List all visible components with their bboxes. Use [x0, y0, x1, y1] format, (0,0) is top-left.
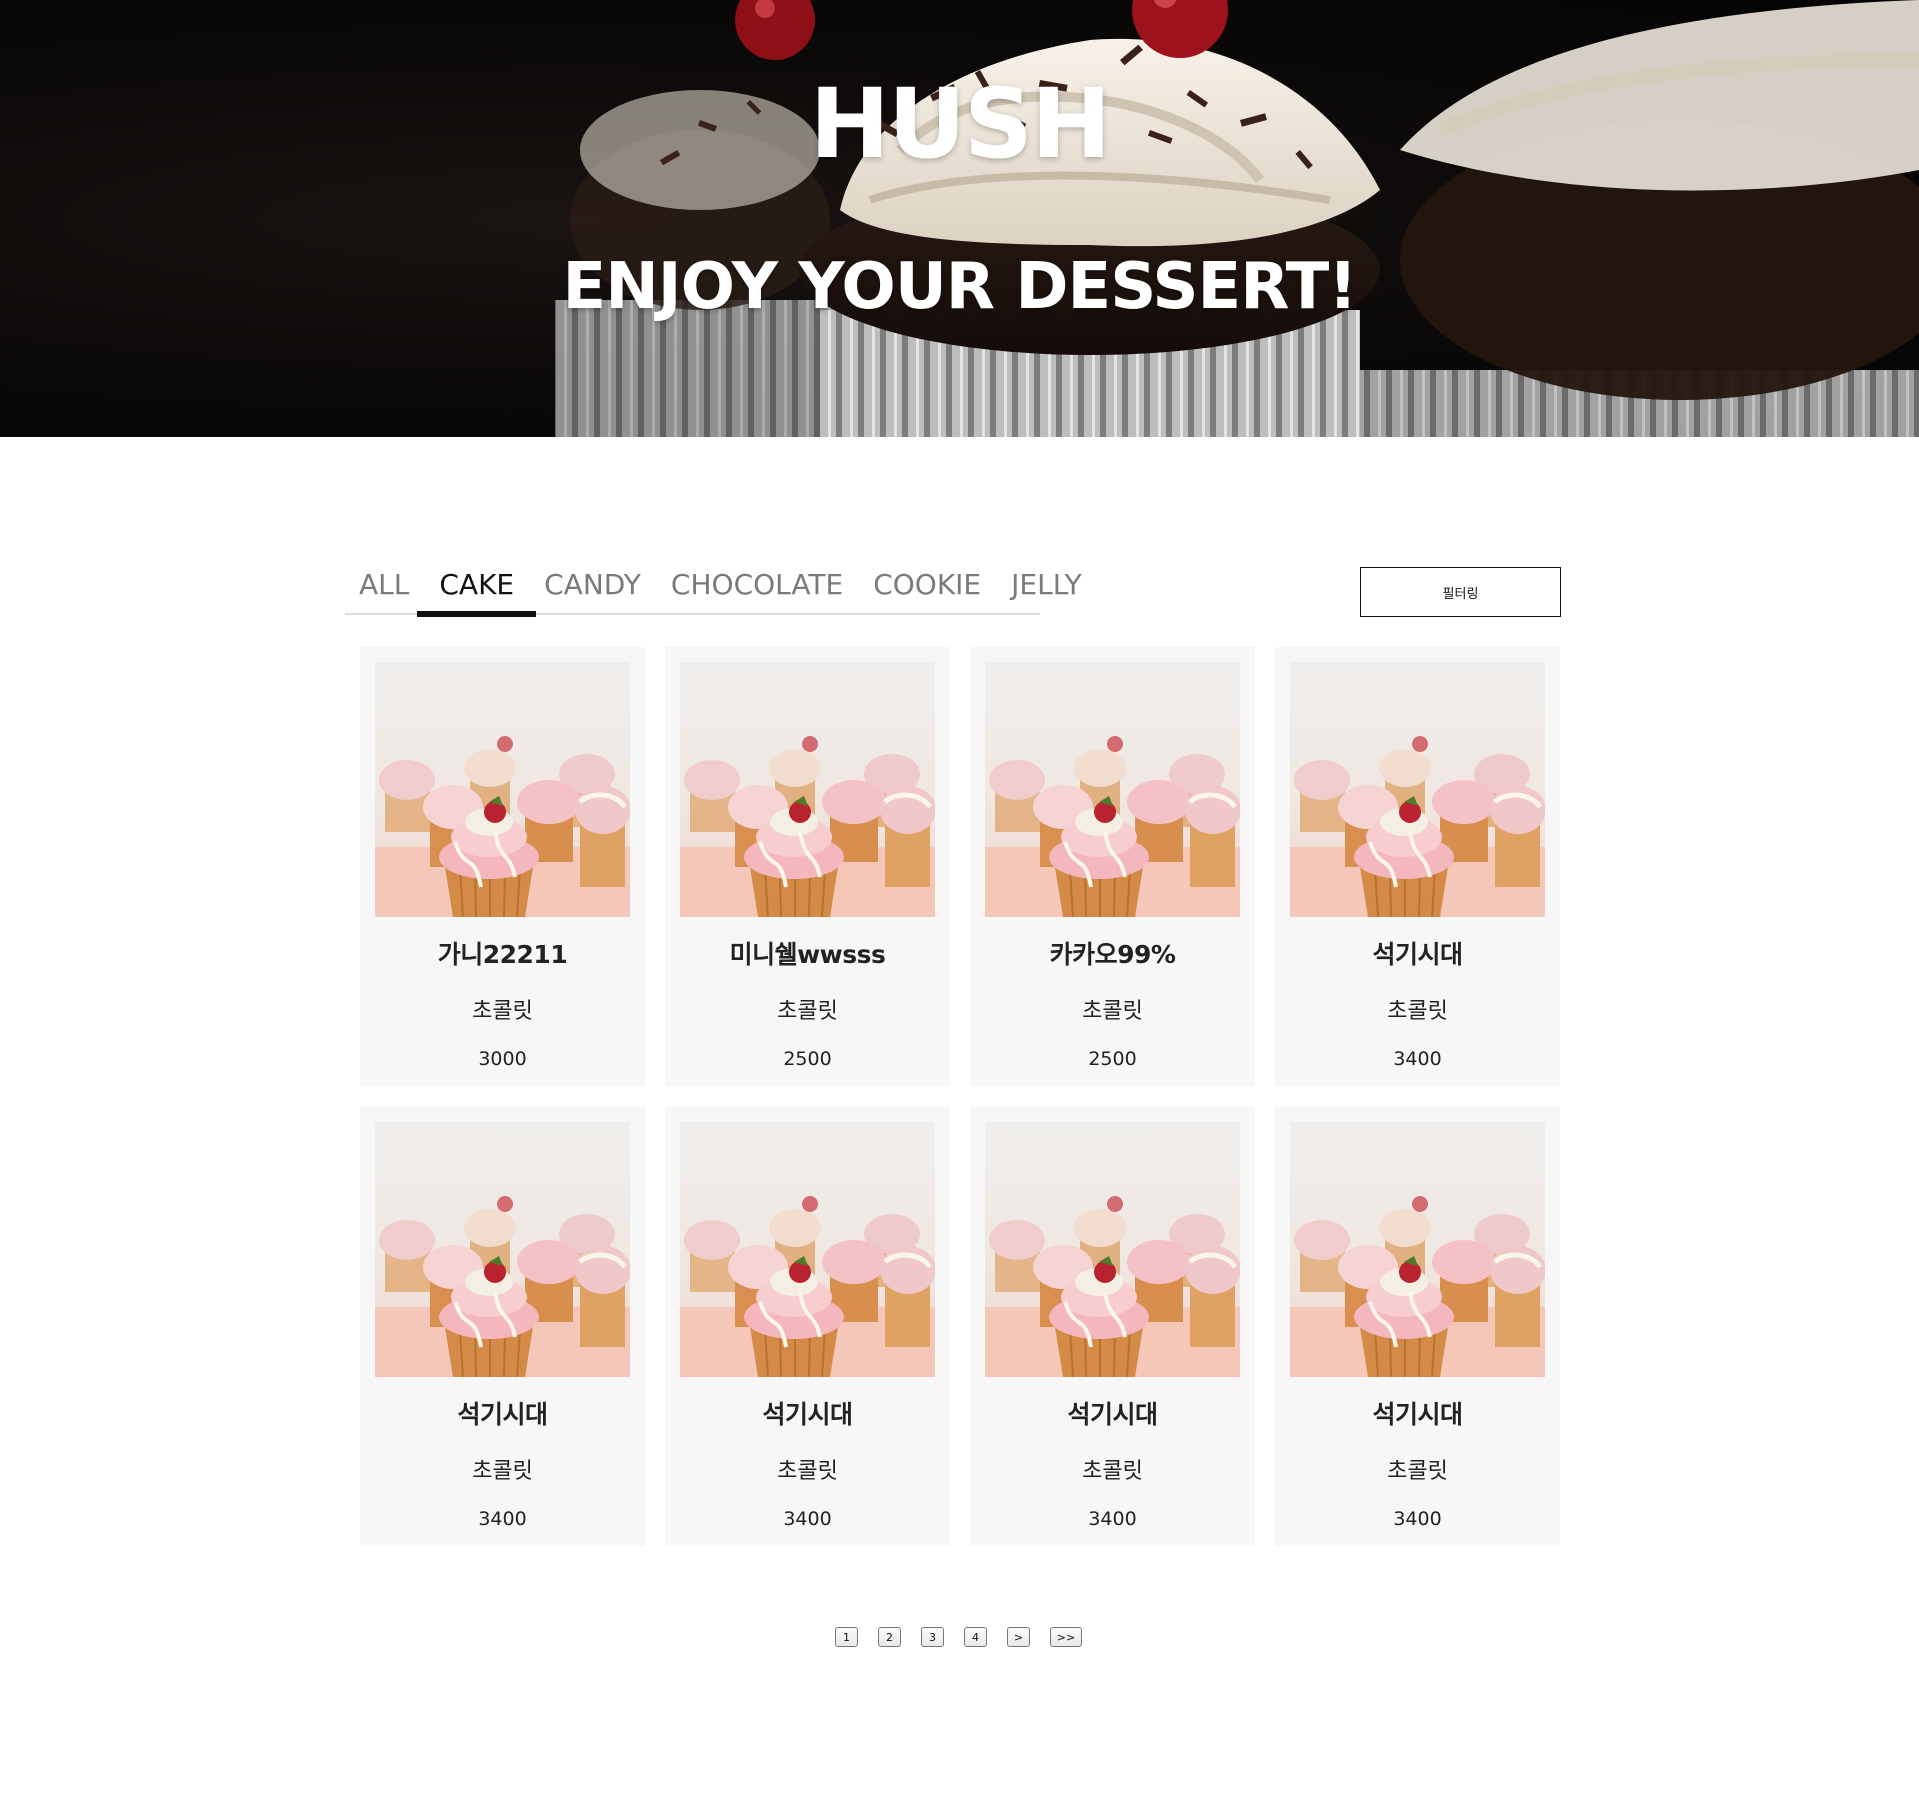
hero-cupcake-image: [555, 0, 1919, 437]
product-price: 2500: [1088, 1048, 1137, 1070]
product-image[interactable]: [985, 662, 1240, 917]
product-card[interactable]: 가니22211 초콜릿 3000: [360, 647, 645, 1086]
product-category: 초콜릿: [1387, 1459, 1448, 1484]
next-page-button[interactable]: >: [1007, 1627, 1030, 1647]
product-category: 초콜릿: [777, 1459, 838, 1484]
product-image[interactable]: [375, 1122, 630, 1377]
product-name: 석기시대: [457, 1400, 548, 1429]
product-price: 3400: [783, 1508, 832, 1530]
product-card[interactable]: 석기시대초콜릿 3400: [360, 1107, 645, 1546]
tab-jelly[interactable]: JELLY: [1011, 562, 1082, 613]
product-price: 3400: [478, 1508, 527, 1530]
product-card[interactable]: 석기시대초콜릿 3400: [1275, 647, 1560, 1086]
product-price: 3400: [1393, 1048, 1442, 1070]
product-name: 가니22211: [437, 940, 568, 969]
product-card[interactable]: 석기시대초콜릿 3400: [665, 1107, 950, 1546]
tab-cake[interactable]: CAKE: [417, 562, 536, 617]
product-image[interactable]: [375, 662, 630, 917]
product-category: 초콜릿: [472, 1459, 533, 1484]
product-card[interactable]: 석기시대초콜릿 3400: [970, 1107, 1255, 1546]
product-name: 카카오99%: [1049, 940, 1176, 969]
product-category: 초콜릿: [1387, 999, 1448, 1024]
product-price: 3000: [478, 1048, 527, 1070]
page-button-1[interactable]: 1: [835, 1627, 858, 1647]
hero-title: HUSH: [809, 68, 1112, 180]
product-name: 미니쉘wwsss: [729, 940, 886, 969]
last-page-button[interactable]: >>: [1050, 1627, 1082, 1647]
tab-cookie[interactable]: COOKIE: [873, 562, 981, 613]
product-price: 3400: [1088, 1508, 1137, 1530]
product-image[interactable]: [1290, 1122, 1545, 1377]
page-button-2[interactable]: 2: [878, 1627, 901, 1647]
tab-chocolate[interactable]: CHOCOLATE: [671, 562, 843, 613]
product-image[interactable]: [680, 662, 935, 917]
product-category: 초콜릿: [472, 999, 533, 1024]
product-image[interactable]: [985, 1122, 1240, 1377]
category-tabs: ALL CAKE CANDY CHOCOLATE COOKIE JELLY: [345, 562, 1082, 617]
tab-all[interactable]: ALL: [359, 562, 409, 613]
product-card[interactable]: 미니쉘wwsss 초콜릿 2500: [665, 647, 950, 1086]
hero-subtitle: ENJOY YOUR DESSERT!: [562, 250, 1358, 324]
product-name: 석기시대: [762, 1400, 853, 1429]
product-price: 2500: [783, 1048, 832, 1070]
page-button-4[interactable]: 4: [964, 1627, 987, 1647]
product-name: 석기시대: [1067, 1400, 1158, 1429]
product-name: 석기시대: [1372, 1400, 1463, 1429]
hero-banner: HUSH ENJOY YOUR DESSERT!: [0, 0, 1919, 437]
filter-button[interactable]: 필터링: [1360, 567, 1561, 617]
page-button-3[interactable]: 3: [921, 1627, 944, 1647]
tab-candy[interactable]: CANDY: [544, 562, 641, 613]
product-card[interactable]: 석기시대초콜릿 3400: [1275, 1107, 1560, 1546]
product-card[interactable]: 카카오99% 초콜릿 2500: [970, 647, 1255, 1086]
product-image[interactable]: [680, 1122, 935, 1377]
product-price: 3400: [1393, 1508, 1442, 1530]
product-category: 초콜릿: [1082, 1459, 1143, 1484]
product-grid: 가니22211 초콜릿 3000 미니쉘wwsss 초콜릿 2500 카카오99…: [360, 647, 1560, 1546]
pagination: 1 2 3 4 > >>: [835, 1627, 1102, 1647]
product-name: 석기시대: [1372, 940, 1463, 969]
product-category: 초콜릿: [777, 999, 838, 1024]
product-category: 초콜릿: [1082, 999, 1143, 1024]
product-image[interactable]: [1290, 662, 1545, 917]
